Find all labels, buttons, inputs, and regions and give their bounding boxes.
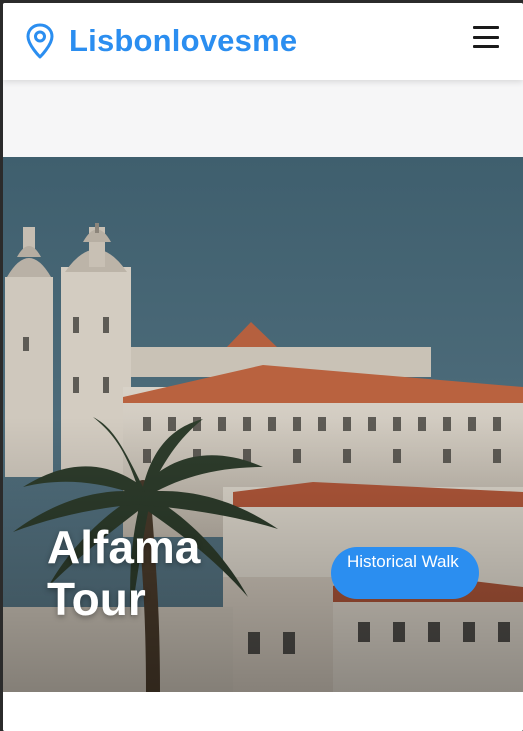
navbar: Lisbonlovesme: [3, 3, 523, 80]
next-section: [3, 692, 523, 731]
menu-line: [473, 26, 499, 29]
hero-card[interactable]: Alfama Tour Historical Walk: [3, 157, 523, 692]
brand-name: Lisbonlovesme: [69, 23, 298, 58]
menu-line: [473, 45, 499, 48]
category-badge[interactable]: Historical Walk: [331, 547, 479, 599]
map-pin-icon: [26, 23, 54, 59]
hamburger-menu-icon[interactable]: [473, 26, 499, 48]
menu-line: [473, 35, 499, 39]
hero-title: Alfama Tour: [47, 521, 201, 625]
brand-link[interactable]: Lisbonlovesme: [25, 23, 297, 59]
app-frame: Lisbonlovesme Alfama Tour Historical Wal…: [3, 3, 523, 731]
